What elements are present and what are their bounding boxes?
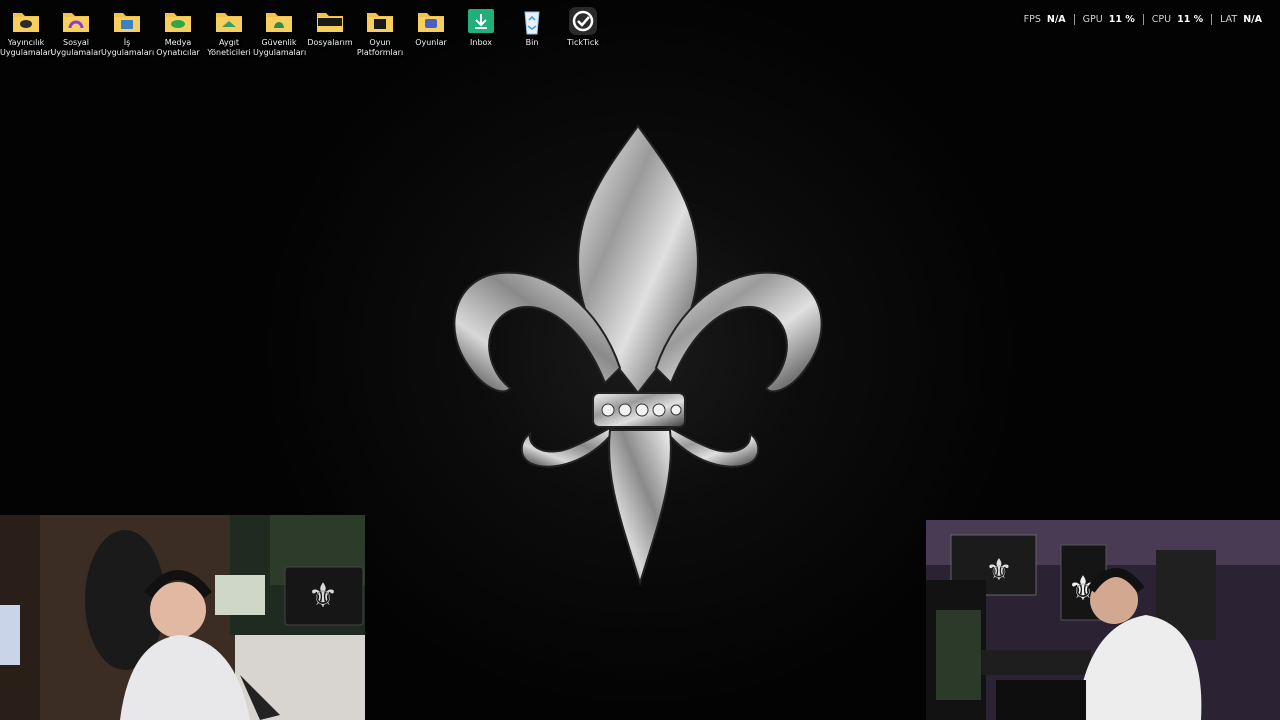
folder-icon: [365, 6, 395, 36]
webcam-right-frame: ⚜ ⚜: [926, 520, 1280, 720]
desktop-icon-bin[interactable]: Bin: [506, 4, 558, 48]
desktop-icon-ticktick[interactable]: TickTick: [557, 4, 609, 48]
folder-icon: [112, 6, 142, 36]
folder-icon: [11, 6, 41, 36]
desktop-icon-inbox[interactable]: Inbox: [455, 4, 507, 48]
folder-icon: [61, 6, 91, 36]
gpu-stat: GPU 11 %: [1073, 13, 1143, 25]
desktop-icon-sosyal[interactable]: Sosyal Uygulamalar: [50, 4, 102, 58]
svg-text:⚜: ⚜: [986, 553, 1013, 588]
desktop-icon-dosyalarim[interactable]: Dosyalarım: [304, 4, 356, 48]
folder-icon: [214, 6, 244, 36]
fps-stat: FPS N/A: [1023, 13, 1066, 25]
desktop-icon-oyunlar[interactable]: Oyunlar: [405, 4, 457, 48]
cpu-stat: CPU 11 %: [1142, 13, 1211, 25]
webcam-right: ⚜ ⚜: [926, 520, 1280, 720]
desktop-icon-aygit[interactable]: Aygıt Yöneticileri: [203, 4, 255, 58]
folder-icon: [315, 6, 345, 36]
folder-icon: [264, 6, 294, 36]
latency-stat: LAT N/A: [1211, 13, 1270, 25]
desktop-icon-medya[interactable]: Medya Oynatıcılar: [152, 4, 204, 58]
webcam-left-frame: ⚜: [0, 515, 365, 720]
performance-overlay: FPS N/A GPU 11 % CPU 11 % LAT N/A: [1016, 12, 1270, 26]
desktop-icon-guvenlik[interactable]: Güvenlik Uygulamaları: [253, 4, 306, 58]
desktop-icon-oyun-platformlari[interactable]: Oyun Platformları: [354, 4, 406, 58]
download-icon: [466, 6, 496, 36]
recycle-bin-icon: [517, 6, 547, 36]
fleur-de-lis-icon: [453, 124, 823, 587]
folder-icon: [163, 6, 193, 36]
folder-icon: [416, 6, 446, 36]
svg-text:⚜: ⚜: [308, 576, 338, 616]
desktop-icon-yayincilik[interactable]: Yayıncılık Uygulamaları: [0, 4, 53, 58]
ticktick-icon: [568, 6, 598, 36]
desktop-icon-is[interactable]: İş Uygulamaları: [101, 4, 154, 58]
webcam-left: ⚜: [0, 515, 365, 720]
